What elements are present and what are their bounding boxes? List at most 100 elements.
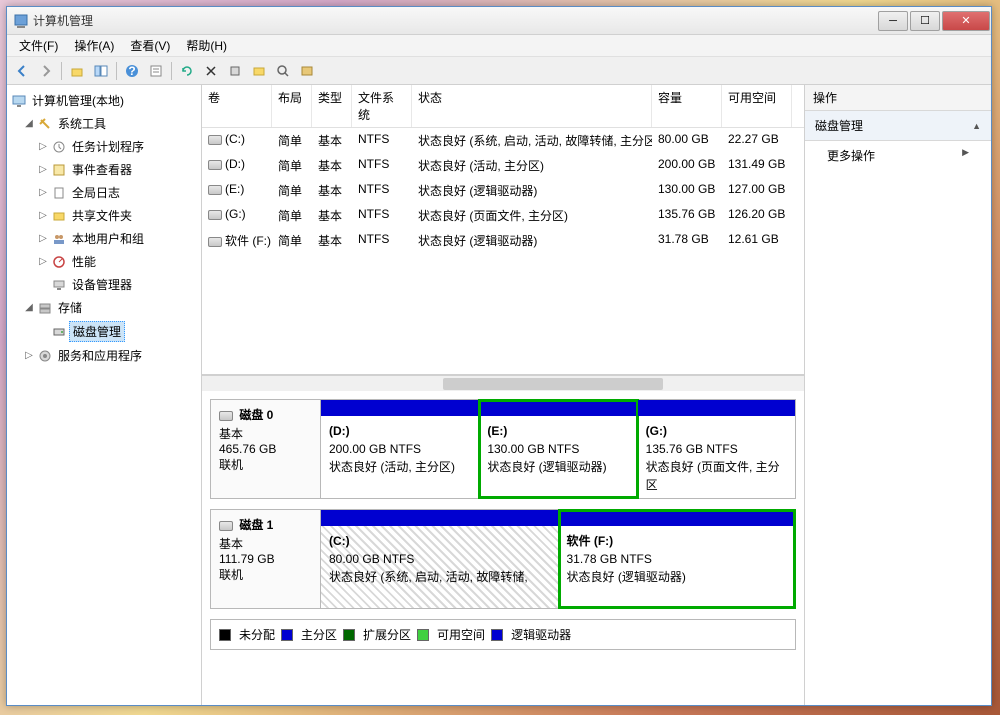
forward-button[interactable] xyxy=(35,60,57,82)
partition[interactable]: (G:)135.76 GB NTFS状态良好 (页面文件, 主分区 xyxy=(638,400,795,498)
log-icon xyxy=(51,185,67,201)
tree-diskmgmt[interactable]: 磁盘管理 xyxy=(9,319,199,344)
collapse-icon[interactable]: ▲ xyxy=(972,121,981,131)
legend-primary-box xyxy=(281,629,293,641)
menu-view[interactable]: 查看(V) xyxy=(122,35,178,56)
actions-section[interactable]: 磁盘管理 ▲ xyxy=(805,111,991,141)
tool-7[interactable] xyxy=(272,60,294,82)
disk-info: 磁盘 1基本111.79 GB联机 xyxy=(211,510,321,608)
tree-performance[interactable]: ▷性能 xyxy=(9,250,199,273)
col-layout[interactable]: 布局 xyxy=(272,85,312,127)
tree-devicemgr[interactable]: 设备管理器 xyxy=(9,273,199,296)
tools-icon xyxy=(37,116,53,132)
partition[interactable]: (C:)80.00 GB NTFS状态良好 (系统, 启动, 活动, 故障转储, xyxy=(321,510,559,608)
expand-icon[interactable]: ▷ xyxy=(37,210,49,221)
partition[interactable]: (D:)200.00 GB NTFS状态良好 (活动, 主分区) xyxy=(321,400,479,498)
volume-row[interactable]: 软件 (F:)简单基本NTFS状态良好 (逻辑驱动器)31.78 GB12.61… xyxy=(202,228,804,253)
actions-panel: 操作 磁盘管理 ▲ 更多操作 ▶ xyxy=(805,85,991,705)
actions-more[interactable]: 更多操作 ▶ xyxy=(805,141,991,170)
tree-localusers[interactable]: ▷本地用户和组 xyxy=(9,227,199,250)
tree-services[interactable]: ▷服务和应用程序 xyxy=(9,344,199,367)
col-status[interactable]: 状态 xyxy=(412,85,652,127)
partition-body: 软件 (F:)31.78 GB NTFS状态良好 (逻辑驱动器) xyxy=(559,526,796,608)
svg-text:?: ? xyxy=(128,64,135,78)
actions-header: 操作 xyxy=(805,85,991,111)
up-button[interactable] xyxy=(66,60,88,82)
legend: 未分配 主分区 扩展分区 可用空间 逻辑驱动器 xyxy=(210,619,796,650)
volume-row[interactable]: (E:)简单基本NTFS状态良好 (逻辑驱动器)130.00 GB127.00 … xyxy=(202,178,804,203)
titlebar[interactable]: 计算机管理 ─ ☐ ✕ xyxy=(7,7,991,35)
expand-icon[interactable]: ▷ xyxy=(37,256,49,267)
tree-sharedfolders[interactable]: ▷共享文件夹 xyxy=(9,204,199,227)
tree-systools[interactable]: ◢ 系统工具 xyxy=(9,112,199,135)
expand-icon[interactable]: ▷ xyxy=(37,141,49,152)
app-icon xyxy=(13,13,29,29)
expand-icon[interactable]: ▷ xyxy=(37,164,49,175)
tree-globallog[interactable]: ▷全局日志 xyxy=(9,181,199,204)
menu-help[interactable]: 帮助(H) xyxy=(178,35,235,56)
collapse-icon[interactable]: ◢ xyxy=(23,302,35,313)
help-button[interactable]: ? xyxy=(121,60,143,82)
clock-icon xyxy=(51,139,67,155)
toolbar: ? xyxy=(7,57,991,85)
partition-header xyxy=(321,400,478,416)
tree-storage[interactable]: ◢存储 xyxy=(9,296,199,319)
legend-primary: 主分区 xyxy=(301,626,337,643)
partition[interactable]: 软件 (F:)31.78 GB NTFS状态良好 (逻辑驱动器) xyxy=(559,510,796,608)
legend-unalloc: 未分配 xyxy=(239,626,275,643)
chevron-right-icon: ▶ xyxy=(962,147,969,164)
col-capacity[interactable]: 容量 xyxy=(652,85,722,127)
col-type[interactable]: 类型 xyxy=(312,85,352,127)
expand-icon[interactable]: ▷ xyxy=(37,233,49,244)
tree-taskscheduler[interactable]: ▷任务计划程序 xyxy=(9,135,199,158)
disk-row[interactable]: 磁盘 1基本111.79 GB联机(C:)80.00 GB NTFS状态良好 (… xyxy=(210,509,796,609)
app-window: 计算机管理 ─ ☐ ✕ 文件(F) 操作(A) 查看(V) 帮助(H) ? xyxy=(6,6,992,706)
tree-root[interactable]: 计算机管理(本地) xyxy=(9,89,199,112)
disk-icon xyxy=(208,185,222,195)
col-fs[interactable]: 文件系统 xyxy=(352,85,412,127)
col-volume[interactable]: 卷 xyxy=(202,85,272,127)
partition[interactable]: (E:)130.00 GB NTFS状态良好 (逻辑驱动器) xyxy=(479,400,637,498)
legend-unalloc-box xyxy=(219,629,231,641)
maximize-button[interactable]: ☐ xyxy=(910,11,940,31)
volume-row[interactable]: (G:)简单基本NTFS状态良好 (页面文件, 主分区)135.76 GB126… xyxy=(202,203,804,228)
expand-icon[interactable]: ▷ xyxy=(23,350,35,361)
collapse-icon[interactable]: ◢ xyxy=(23,118,35,129)
legend-free: 可用空间 xyxy=(437,626,485,643)
expand-icon[interactable]: ▷ xyxy=(37,187,49,198)
disk-diagram[interactable]: 磁盘 0基本465.76 GB联机(D:)200.00 GB NTFS状态良好 … xyxy=(202,391,804,705)
delete-button[interactable] xyxy=(200,60,222,82)
tool-8[interactable] xyxy=(296,60,318,82)
folder-share-icon xyxy=(51,208,67,224)
refresh-button[interactable] xyxy=(176,60,198,82)
center-panel: 卷 布局 类型 文件系统 状态 容量 可用空间 (C:)简单基本NTFS状态良好… xyxy=(202,85,805,705)
services-icon xyxy=(37,348,53,364)
menu-action[interactable]: 操作(A) xyxy=(66,35,122,56)
legend-extended-box xyxy=(343,629,355,641)
disk-row[interactable]: 磁盘 0基本465.76 GB联机(D:)200.00 GB NTFS状态良好 … xyxy=(210,399,796,499)
menu-file[interactable]: 文件(F) xyxy=(11,35,66,56)
nav-tree[interactable]: 计算机管理(本地) ◢ 系统工具 ▷任务计划程序 ▷事件查看器 ▷全局日志 ▷共… xyxy=(7,85,202,705)
show-hide-tree-button[interactable] xyxy=(90,60,112,82)
partition-header xyxy=(638,400,795,416)
tool-5[interactable] xyxy=(224,60,246,82)
device-icon xyxy=(51,277,67,293)
volume-row[interactable]: (D:)简单基本NTFS状态良好 (活动, 主分区)200.00 GB131.4… xyxy=(202,153,804,178)
volume-list[interactable]: 卷 布局 类型 文件系统 状态 容量 可用空间 (C:)简单基本NTFS状态良好… xyxy=(202,85,804,375)
close-button[interactable]: ✕ xyxy=(942,11,990,31)
partition-body: (E:)130.00 GB NTFS状态良好 (逻辑驱动器) xyxy=(479,416,636,498)
tool-6[interactable] xyxy=(248,60,270,82)
hscrollbar[interactable] xyxy=(202,375,804,391)
disk-icon xyxy=(219,411,233,421)
minimize-button[interactable]: ─ xyxy=(878,11,908,31)
disk-icon xyxy=(208,135,222,145)
partition-body: (G:)135.76 GB NTFS状态良好 (页面文件, 主分区 xyxy=(638,416,795,498)
partition-header xyxy=(559,510,796,526)
disk-info: 磁盘 0基本465.76 GB联机 xyxy=(211,400,321,498)
volume-row[interactable]: (C:)简单基本NTFS状态良好 (系统, 启动, 活动, 故障转储, 主分区)… xyxy=(202,128,804,153)
properties-button[interactable] xyxy=(145,60,167,82)
tree-eventviewer[interactable]: ▷事件查看器 xyxy=(9,158,199,181)
back-button[interactable] xyxy=(11,60,33,82)
hscroll-thumb[interactable] xyxy=(443,378,663,390)
col-free[interactable]: 可用空间 xyxy=(722,85,792,127)
